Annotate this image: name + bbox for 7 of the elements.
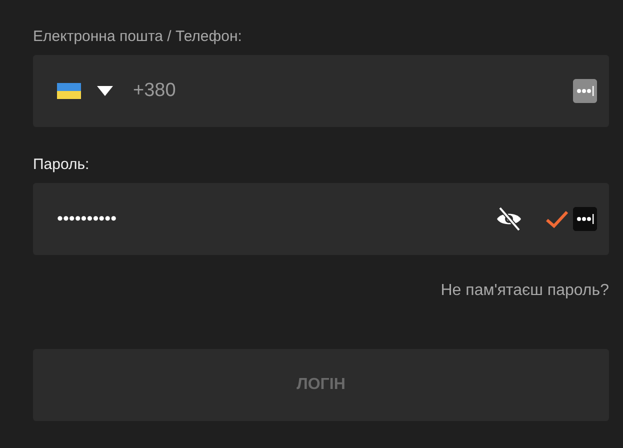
field-label: Електронна пошта / Телефон:	[33, 27, 243, 47]
eye-slash-icon[interactable]	[495, 207, 523, 231]
caret-icon[interactable]	[97, 86, 113, 96]
password-input[interactable]: ••••••••••	[57, 209, 495, 229]
phone-input[interactable]: +380	[133, 80, 573, 102]
forgot-password-link[interactable]: Не пам'ятаєш пароль?	[440, 282, 609, 300]
field-label: Пароль:	[33, 155, 90, 175]
